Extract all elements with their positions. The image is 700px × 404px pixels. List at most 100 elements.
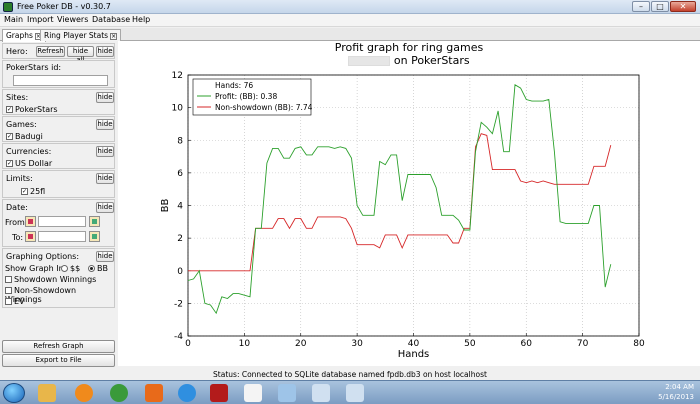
currency-usd-checkbox[interactable]: ✓ US Dollar [6,159,52,168]
radio-off-icon [61,265,68,272]
limit-25fl-label: 25fl [30,187,46,196]
site-pokerstars-label: PokerStars [15,105,58,114]
currencies-section: Currencies: hide ✓ US Dollar [2,143,115,169]
y-tick-label: -4 [174,332,183,342]
series-line-non-showdown [188,133,612,272]
close-button[interactable]: ✕ [670,1,696,12]
tab-ring-player-stats-label: Ring Player Stats [44,31,109,40]
hide-all-button[interactable]: hide all [67,46,94,64]
menu-import[interactable]: Import [27,15,54,24]
y-tick-label: 6 [177,169,183,179]
bb-radio-label: BB [97,264,108,273]
bb-radio[interactable]: BB [88,264,108,273]
minimize-button[interactable]: – [632,1,650,12]
showdown-winnings-checkbox[interactable]: Showdown Winnings [5,275,96,284]
calendar-to-icon[interactable] [89,231,100,242]
menu-database[interactable]: Database [92,15,130,24]
checkbox-unchecked-icon [5,287,12,294]
x-tick-label: 80 [633,339,645,349]
xbox-icon[interactable] [110,384,128,402]
paint-icon[interactable] [278,384,296,402]
x-tick-label: 10 [239,339,251,349]
y-axis-label: BB [160,199,171,213]
checkbox-checked-icon: ✓ [21,188,28,195]
pokerstars-icon[interactable] [210,384,228,402]
date-label: Date: [6,203,28,212]
x-tick-label: 40 [408,339,420,349]
y-tick-label: 0 [177,267,183,277]
sites-label: Sites: [6,93,29,102]
clock-time[interactable]: 2:04 AM [610,382,694,392]
hide-graphing-button[interactable]: hide [96,251,114,262]
pokerstars-id-section: PokerStars id: [2,60,115,88]
site-pokerstars-checkbox[interactable]: ✓ PokerStars [6,105,58,114]
x-tick-label: 0 [185,339,191,349]
legend-entry: Non-showdown (BB): 7.74 [215,103,313,112]
x-axis-label: Hands [398,349,430,360]
ev-checkbox[interactable]: EV [5,297,25,306]
game-badugi-checkbox[interactable]: ✓ Badugi [6,132,43,141]
dollars-radio-label: $$ [70,264,81,273]
currencies-label: Currencies: [6,147,52,156]
ev-label: EV [14,297,25,306]
pokerstars-id-label: PokerStars id: [6,63,62,72]
limits-label: Limits: [6,174,33,183]
pokerstars-id-input[interactable] [13,75,108,86]
refresh-button[interactable]: Refresh [36,46,65,57]
y-tick-label: 4 [177,202,183,212]
status-bar: Status: Connected to SQLite database nam… [0,369,700,380]
app-tile-icon[interactable] [145,384,163,402]
y-tick-label: -2 [174,299,183,309]
date-to-label: To: [12,233,24,242]
cards-icon-2[interactable] [346,384,364,402]
tab-ring-player-stats[interactable]: Ring Player Stats × [40,29,122,41]
clear-from-date-icon[interactable] [25,216,36,227]
games-section: Games: hide ✓ Badugi [2,116,115,142]
date-section: Date: hide From: To: [2,199,115,247]
cards-icon[interactable] [312,384,330,402]
hide-games-button[interactable]: hide [96,119,114,130]
clear-to-date-icon[interactable] [25,231,36,242]
checkbox-checked-icon: ✓ [6,133,13,140]
x-tick-label: 70 [577,339,589,349]
maximize-button[interactable]: □ [651,1,669,12]
internet-explorer-icon[interactable] [178,384,196,402]
checkbox-checked-icon: ✓ [6,106,13,113]
alpari-icon[interactable] [244,384,262,402]
hide-sites-button[interactable]: hide [96,92,114,103]
limit-25fl-checkbox[interactable]: ✓ 25fl [21,187,45,196]
title-bar: Free Poker DB - v0.30.7 – □ ✕ [0,0,700,14]
x-tick-label: 60 [521,339,533,349]
calendar-from-icon[interactable] [89,216,100,227]
hide-limits-button[interactable]: hide [96,173,114,184]
clock-date[interactable]: 5/16/2013 [610,392,694,402]
hero-label: Hero: [6,47,28,56]
hero-section: Hero: Refresh hide all hide [2,43,115,64]
file-explorer-icon[interactable] [38,384,56,402]
dollars-radio[interactable]: $$ [61,264,80,273]
date-from-input[interactable] [38,216,86,227]
menu-main[interactable]: Main [4,15,23,24]
export-to-file-button[interactable]: Export to File [2,354,115,367]
show-graph-in-label: Show Graph In: [5,264,67,273]
menu-bar: Main Import Viewers Database Help [0,14,700,27]
media-player-icon[interactable] [75,384,93,402]
hide-hero-button[interactable]: hide [96,46,114,57]
filter-sidebar: Hero: Refresh hide all hide PokerStars i… [2,43,115,368]
radio-on-icon [88,265,95,272]
menu-viewers[interactable]: Viewers [57,15,88,24]
close-tab-icon[interactable]: × [110,32,118,40]
showdown-winnings-label: Showdown Winnings [14,275,97,284]
graphing-options-label: Graphing Options: [6,252,80,261]
checkbox-checked-icon: ✓ [6,160,13,167]
start-button[interactable] [3,383,25,403]
checkbox-unchecked-icon [5,276,12,283]
hide-date-button[interactable]: hide [96,202,114,213]
x-tick-label: 20 [295,339,307,349]
menu-help[interactable]: Help [132,15,150,24]
x-tick-label: 30 [351,339,363,349]
refresh-graph-button[interactable]: Refresh Graph [2,340,115,353]
hide-currencies-button[interactable]: hide [96,146,114,157]
graphing-options-section: Graphing Options: hide Show Graph In: $$… [2,248,115,308]
date-to-input[interactable] [38,231,86,242]
